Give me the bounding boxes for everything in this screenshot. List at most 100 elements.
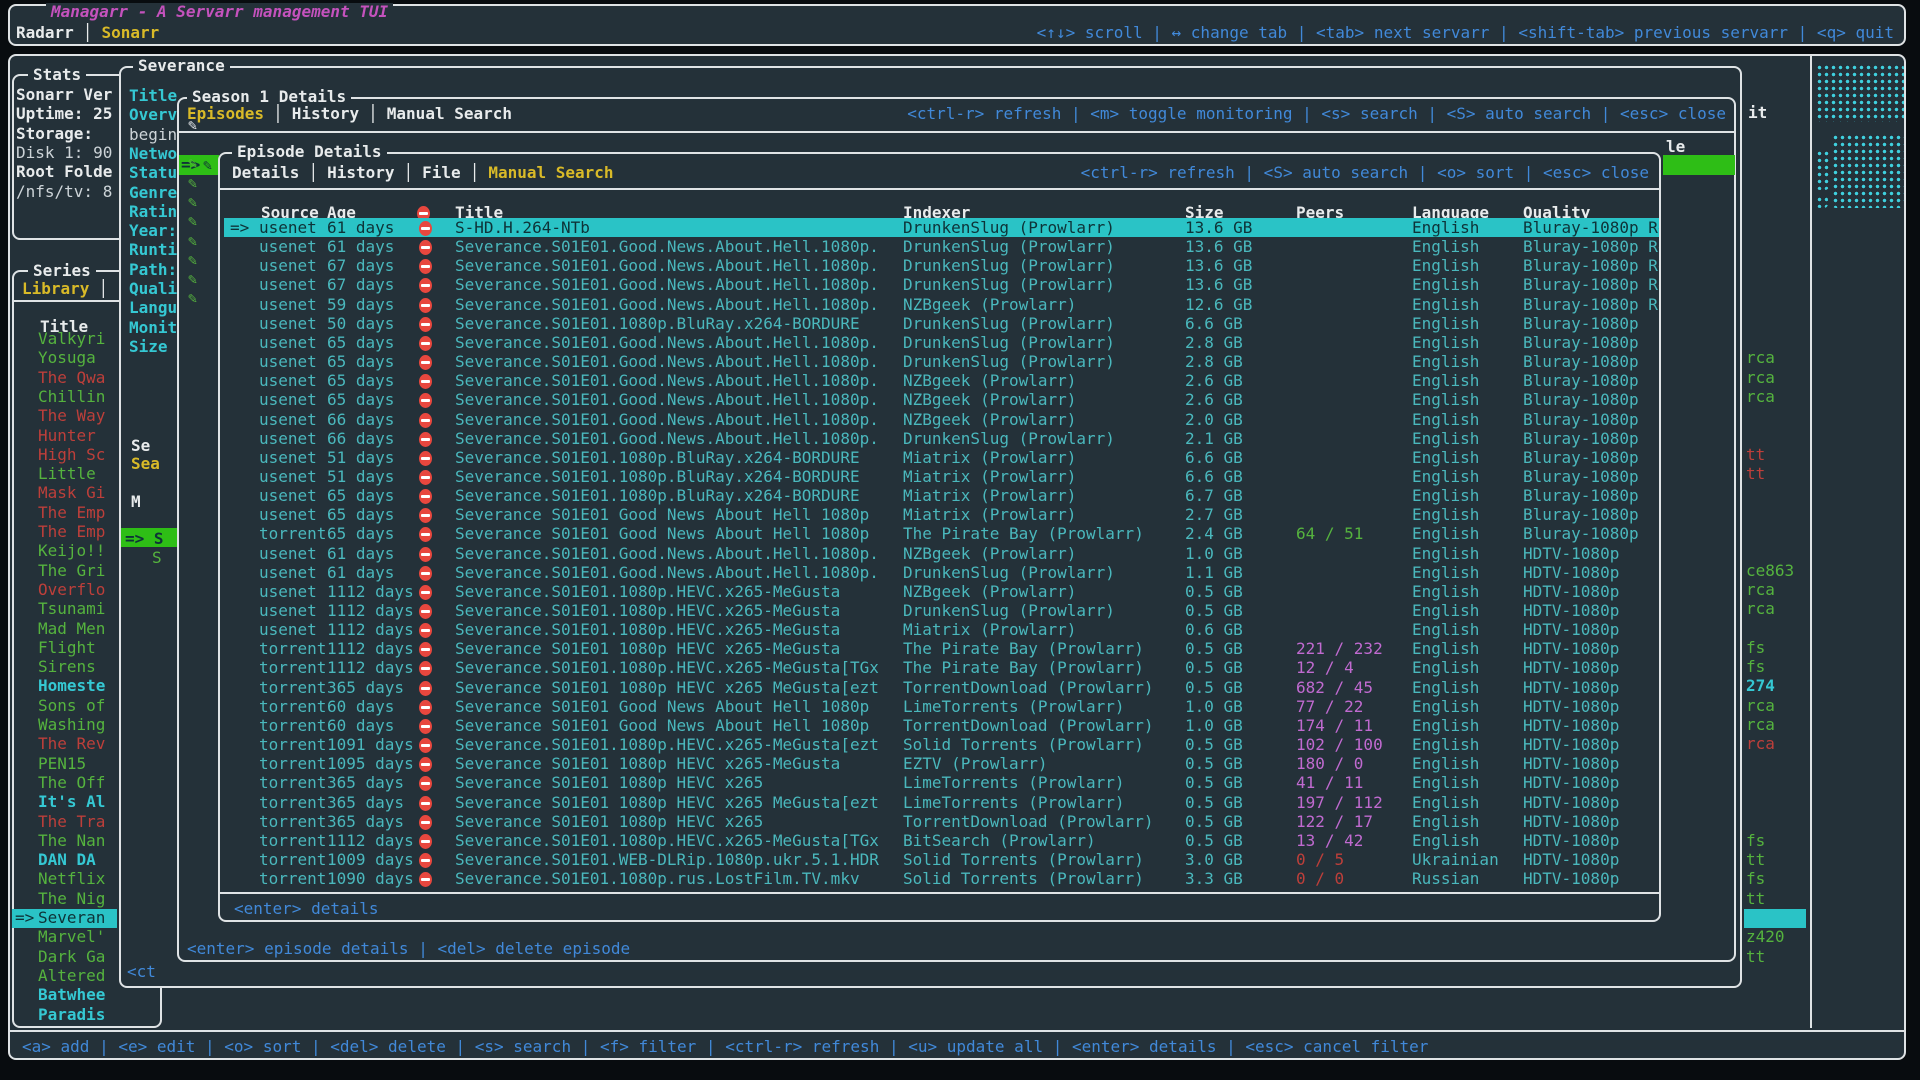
series-item[interactable]: Paradis [38,1006,105,1024]
series-item[interactable]: High Sc [38,446,105,464]
series-item[interactable]: The Emp [38,504,105,522]
selected-episode-row[interactable]: =>✎ [179,155,219,175]
series-item[interactable]: Netflix [38,870,105,888]
top-bar-window: Managarr - A Servarr management TUI Rada… [8,4,1906,46]
release-row[interactable]: usenet61 daysSeverance.S01E01.Good.News.… [222,544,1659,563]
series-item[interactable]: The Way [38,407,105,425]
series-item[interactable]: The Nig [38,890,105,908]
cell-quality: Bluray-1080p [1523,391,1639,409]
series-item[interactable]: Batwhee [38,986,105,1004]
release-row[interactable]: torrent1091 daysSeverance.S01E01.1080p.H… [222,735,1659,754]
series-item[interactable]: Mad Men [38,620,105,638]
series-item[interactable]: The Rev [38,735,105,753]
release-row[interactable]: torrent60 daysSeverance S01E01 Good News… [222,697,1659,716]
release-row[interactable]: usenet61 daysSeverance.S01E01.Good.News.… [222,237,1659,256]
series-item[interactable]: Little [38,465,96,483]
release-row[interactable]: torrent1009 daysSeverance.S01E01.WEB-DLR… [222,850,1659,869]
series-item[interactable]: The Nan [38,832,105,850]
release-row[interactable]: torrent1112 daysSeverance.S01E01.1080p.H… [222,658,1659,677]
cell-language: English [1412,449,1479,467]
series-item[interactable]: Valkyri [38,330,105,348]
release-row[interactable]: torrent365 daysSeverance S01E01 1080p HE… [222,773,1659,792]
series-item[interactable]: The Off [38,774,105,792]
series-item[interactable]: Sirens [38,658,96,676]
series-item-selected[interactable]: =>Severan [12,909,117,928]
release-row[interactable]: usenet61 daysSeverance.S01E01.Good.News.… [222,563,1659,582]
monitored-icon[interactable]: ✎ [203,157,212,174]
release-row[interactable]: usenet65 daysSeverance.S01E01.Good.News.… [222,390,1659,409]
tab-details[interactable]: Details [232,163,299,182]
series-item[interactable]: Tsunami [38,600,105,618]
release-row[interactable]: torrent1095 daysSeverance S01E01 1080p H… [222,754,1659,773]
tab-sonarr[interactable]: Sonarr [101,23,159,42]
release-row[interactable]: usenet67 daysSeverance.S01E01.Good.News.… [222,275,1659,294]
tab-history[interactable]: History [292,104,359,123]
release-row[interactable]: usenet65 daysSeverance S01E01 Good News … [222,505,1659,524]
tab-file[interactable]: File [422,163,461,182]
series-item[interactable]: It's Al [38,793,105,811]
monitored-icon[interactable]: ✎ [188,252,197,269]
release-row[interactable]: usenet67 daysSeverance.S01E01.Good.News.… [222,256,1659,275]
release-row[interactable]: torrent365 daysSeverance S01E01 1080p HE… [222,678,1659,697]
series-item[interactable]: Altered [38,967,105,985]
series-item[interactable]: The Qwa [38,369,105,387]
release-row[interactable]: usenet65 daysSeverance.S01E01.1080p.BluR… [222,486,1659,505]
series-item[interactable]: Flight [38,639,96,657]
tab-radarr[interactable]: Radarr [16,23,74,42]
release-row[interactable]: usenet1112 daysSeverance.S01E01.1080p.HE… [222,601,1659,620]
monitored-icon[interactable]: ✎ [188,175,197,192]
series-item[interactable]: Chillin [38,388,105,406]
monitored-icon[interactable]: ✎ [188,271,197,288]
series-item[interactable]: Overflo [38,581,105,599]
release-row[interactable]: =>usenet61 daysS-HD.H.264-NTbDrunkenSlug… [222,218,1659,237]
series-item[interactable]: The Tra [38,813,105,831]
series-item[interactable]: Keijo!! [38,542,105,560]
series-item[interactable]: Mask Gi [38,484,105,502]
series-item[interactable]: Marvel' [38,928,105,946]
cell-peers: 0 / 5 [1296,851,1344,869]
monitored-icon[interactable]: ✎ [188,194,197,211]
monitored-icon[interactable]: ✎ [188,290,197,307]
release-row[interactable]: usenet1112 daysSeverance.S01E01.1080p.HE… [222,620,1659,639]
release-row[interactable]: torrent1090 daysSeverance.S01E01.1080p.r… [222,869,1659,888]
cell-age: 60 days [327,698,394,716]
release-row[interactable]: torrent365 daysSeverance S01E01 1080p HE… [222,793,1659,812]
monitored-icon[interactable]: ✎ [188,155,197,172]
release-row[interactable]: torrent1112 daysSeverance S01E01 1080p H… [222,639,1659,658]
series-item[interactable]: Hunter [38,427,96,445]
release-row[interactable]: usenet50 daysSeverance.S01E01.1080p.BluR… [222,314,1659,333]
release-row[interactable]: usenet65 daysSeverance.S01E01.Good.News.… [222,333,1659,352]
tab-manual-search[interactable]: Manual Search [387,104,512,123]
cell-language: English [1412,736,1479,754]
release-row[interactable]: torrent65 daysSeverance S01E01 Good News… [222,524,1659,543]
release-row[interactable]: usenet51 daysSeverance.S01E01.1080p.BluR… [222,467,1659,486]
release-row[interactable]: usenet66 daysSeverance.S01E01.Good.News.… [222,410,1659,429]
series-item[interactable]: The Emp [38,523,105,541]
series-item[interactable]: Yosuga [38,349,96,367]
series-item[interactable]: PEN15 [38,755,86,773]
series-item[interactable]: Washing [38,716,105,734]
tab-library[interactable]: Library [22,279,89,298]
cell-quality: Bluray-1080p [1523,449,1639,467]
release-row[interactable]: usenet59 daysSeverance.S01E01.Good.News.… [222,295,1659,314]
release-row[interactable]: usenet65 daysSeverance.S01E01.Good.News.… [222,371,1659,390]
release-row[interactable]: torrent60 daysSeverance S01E01 Good News… [222,716,1659,735]
tab-history[interactable]: History [327,163,394,182]
monitored-icon[interactable]: ✎ [188,213,197,230]
release-row[interactable]: usenet65 daysSeverance.S01E01.Good.News.… [222,352,1659,371]
tab-episodes[interactable]: Episodes [187,104,264,123]
release-row[interactable]: usenet51 daysSeverance.S01E01.1080p.BluR… [222,448,1659,467]
release-row[interactable]: torrent1112 daysSeverance.S01E01.1080p.H… [222,831,1659,850]
series-item[interactable]: DAN DA [38,851,96,869]
series-item[interactable]: The Gri [38,562,105,580]
series-list: ValkyriYosuga The QwaChillinThe Way Hunter… [14,330,118,1020]
series-item[interactable]: Dark Ga [38,948,105,966]
release-row[interactable]: torrent365 daysSeverance S01E01 1080p HE… [222,812,1659,831]
monitored-icon[interactable]: ✎ [188,117,197,134]
release-row[interactable]: usenet66 daysSeverance.S01E01.Good.News.… [222,429,1659,448]
monitored-icon[interactable]: ✎ [188,233,197,250]
series-item[interactable]: Sons of [38,697,105,715]
series-item[interactable]: Homeste [38,677,105,695]
tab-manual-search[interactable]: Manual Search [488,163,613,182]
release-row[interactable]: usenet1112 daysSeverance.S01E01.1080p.HE… [222,582,1659,601]
